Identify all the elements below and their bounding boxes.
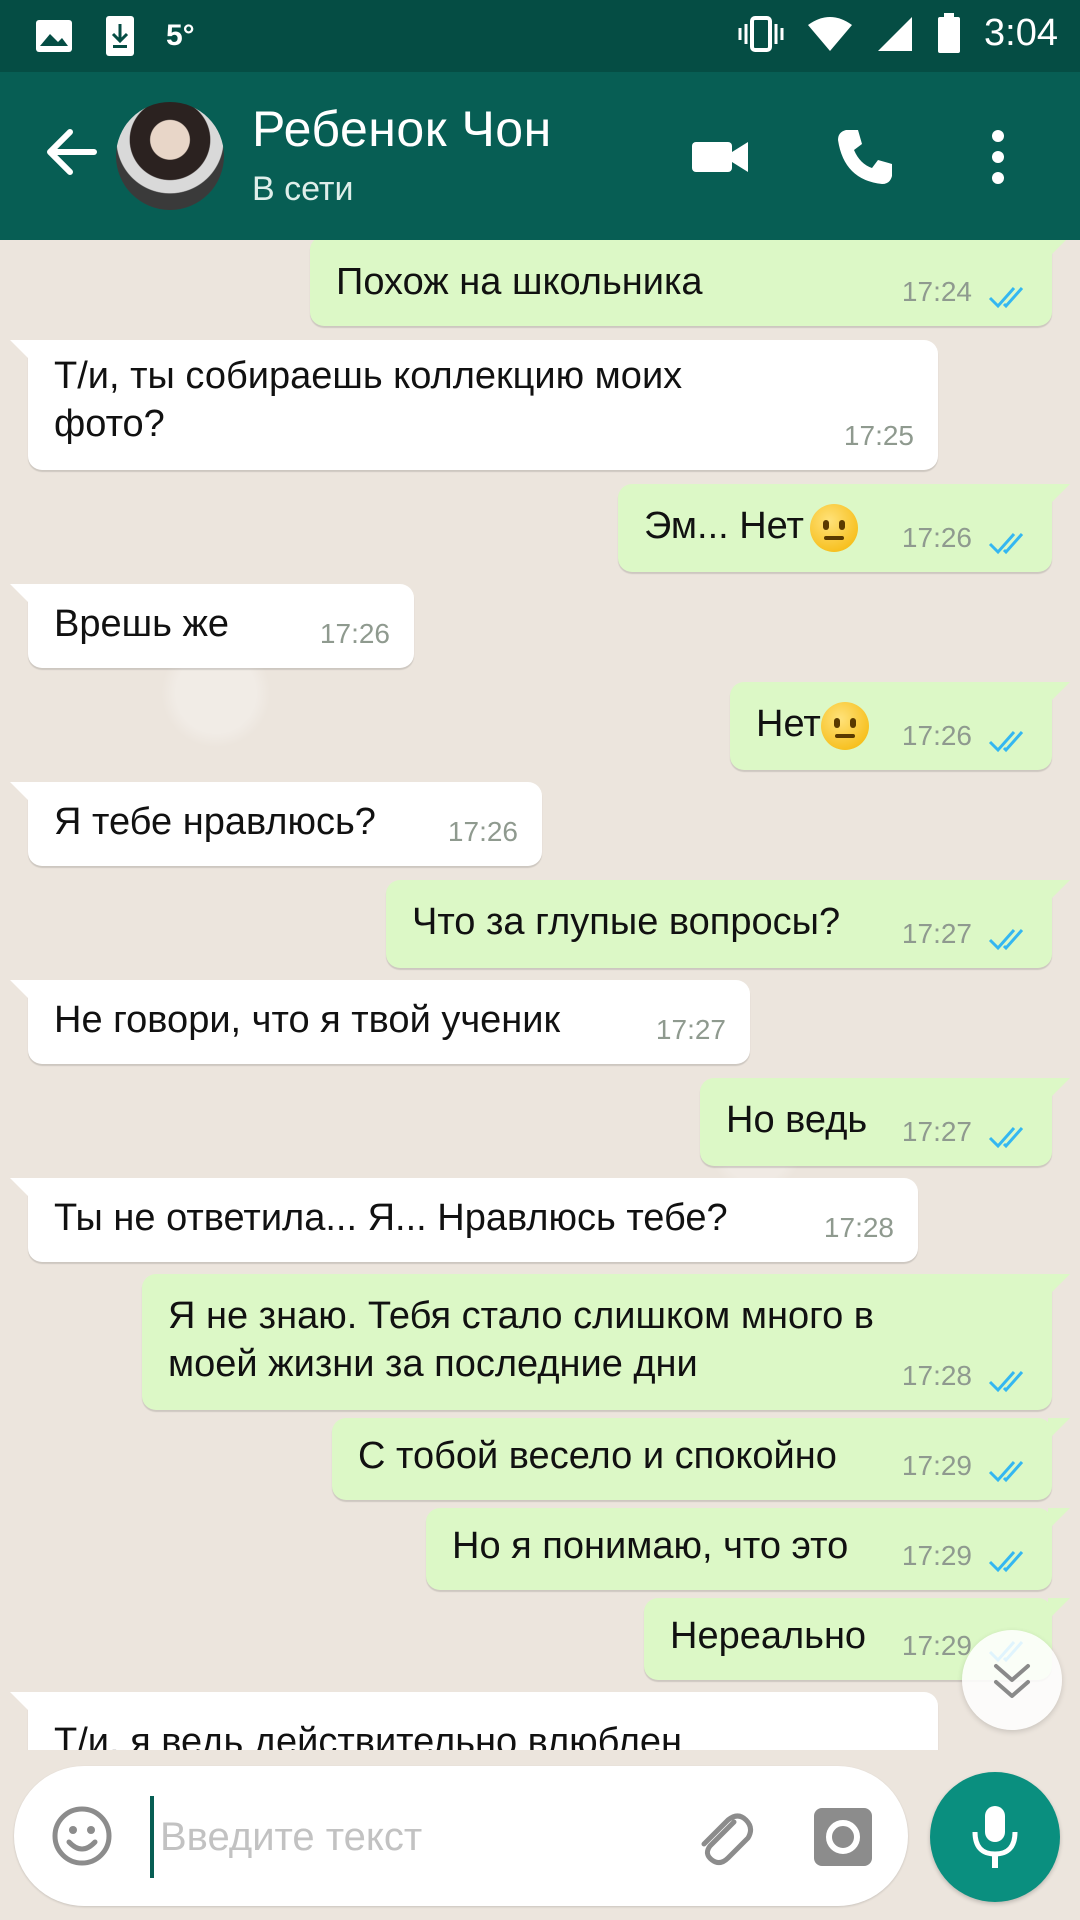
clock: 3:04 <box>984 12 1058 54</box>
gallery-icon <box>36 20 72 52</box>
mic-button[interactable] <box>930 1772 1060 1902</box>
message-time: 17:26 <box>319 618 390 649</box>
message-outgoing[interactable]: Но ведь 17:27 <box>700 1078 1070 1166</box>
message-time: 17:27 <box>901 918 972 949</box>
signal-icon <box>878 16 913 51</box>
message-time: 17:29 <box>901 1450 972 1481</box>
microphone-icon <box>972 1806 1018 1868</box>
contact-status: В сети <box>252 170 354 208</box>
video-call-icon[interactable] <box>686 122 756 192</box>
chat-area[interactable]: Похож на школьника 17:24 Т/и, ты собирае… <box>0 240 1080 1750</box>
read-ticks-icon <box>988 533 1024 555</box>
download-icon <box>106 16 134 56</box>
message-outgoing[interactable]: С тобой весело и спокойно 17:29 <box>332 1418 1070 1500</box>
message-text: Эм... Нет <box>644 505 804 547</box>
message-time: 17:24 <box>901 276 972 307</box>
message-outgoing[interactable]: Что за глупые вопросы? 17:27 <box>386 880 1070 968</box>
message-text: Ты не ответила... Я... Нравлюсь тебе? <box>54 1197 728 1239</box>
read-ticks-icon <box>988 1127 1024 1149</box>
message-time: 17:25 <box>843 420 914 451</box>
message-incoming[interactable]: Я тебе нравлюсь? 17:26 <box>10 782 542 866</box>
message-time: 17:27 <box>655 1014 726 1045</box>
chat-header: Ребенок Чон В сети <box>0 72 1080 240</box>
message-time: 17:27 <box>901 1116 972 1147</box>
read-ticks-icon <box>988 1551 1024 1573</box>
message-text: Не говори, что я твой ученик <box>54 999 561 1041</box>
scroll-to-bottom-button[interactable] <box>962 1630 1062 1730</box>
read-ticks-icon <box>988 929 1024 951</box>
neutral-face-emoji-icon <box>809 503 858 552</box>
message-text: Т/и, я ведь действительно влюблен <box>54 1721 683 1750</box>
camera-icon[interactable] <box>810 1804 876 1870</box>
message-time: 17:26 <box>901 720 972 751</box>
read-ticks-icon <box>988 1461 1024 1483</box>
message-incoming[interactable]: Врешь же 17:26 <box>10 584 414 668</box>
message-outgoing[interactable]: Нет 17:26 <box>730 682 1070 770</box>
message-time: 17:28 <box>901 1360 972 1391</box>
read-ticks-icon <box>988 731 1024 753</box>
message-outgoing[interactable]: Эм... Нет 17:26 <box>618 484 1070 572</box>
compose-bar <box>14 1766 908 1906</box>
status-bar: 5° 3:04 <box>0 0 1080 72</box>
message-incoming[interactable]: Т/и, я ведь действительно влюблен <box>10 1692 938 1750</box>
message-time: 17:26 <box>901 522 972 553</box>
message-time: 17:26 <box>447 816 518 847</box>
avatar[interactable] <box>116 102 224 210</box>
message-outgoing[interactable]: Похож на школьника 17:24 <box>310 240 1070 326</box>
message-outgoing[interactable]: Но я понимаю, что это 17:29 <box>426 1508 1070 1590</box>
phone-icon[interactable] <box>830 122 900 192</box>
paperclip-icon[interactable] <box>690 1804 756 1870</box>
message-text: Но ведь <box>726 1099 868 1141</box>
message-text: Т/и, ты собираешь коллекцию моих фото? <box>54 355 683 445</box>
message-time: 17:29 <box>901 1540 972 1571</box>
message-incoming[interactable]: Не говори, что я твой ученик 17:27 <box>10 980 750 1064</box>
message-outgoing[interactable]: Я не знаю. Тебя стало слишком много в мо… <box>142 1274 1070 1410</box>
message-time: 17:28 <box>823 1212 894 1243</box>
message-input[interactable] <box>150 1796 662 1878</box>
message-text: Нет <box>756 703 821 745</box>
temperature: 5° <box>166 19 195 52</box>
wifi-icon <box>808 16 853 51</box>
battery-icon <box>938 12 961 53</box>
emoji-icon[interactable] <box>50 1804 114 1868</box>
vibrate-icon <box>738 15 784 52</box>
read-ticks-icon <box>988 287 1024 309</box>
more-vert-icon[interactable] <box>978 122 1018 192</box>
message-incoming[interactable]: Т/и, ты собираешь коллекцию моих фото? 1… <box>10 340 938 470</box>
back-arrow-icon[interactable] <box>42 122 102 182</box>
read-ticks-icon <box>988 1371 1024 1393</box>
message-incoming[interactable]: Ты не ответила... Я... Нравлюсь тебе? 17… <box>10 1178 918 1262</box>
neutral-face-emoji-icon <box>820 701 869 750</box>
contact-name[interactable]: Ребенок Чон <box>252 100 552 158</box>
chevron-double-down-icon <box>994 1664 1030 1698</box>
